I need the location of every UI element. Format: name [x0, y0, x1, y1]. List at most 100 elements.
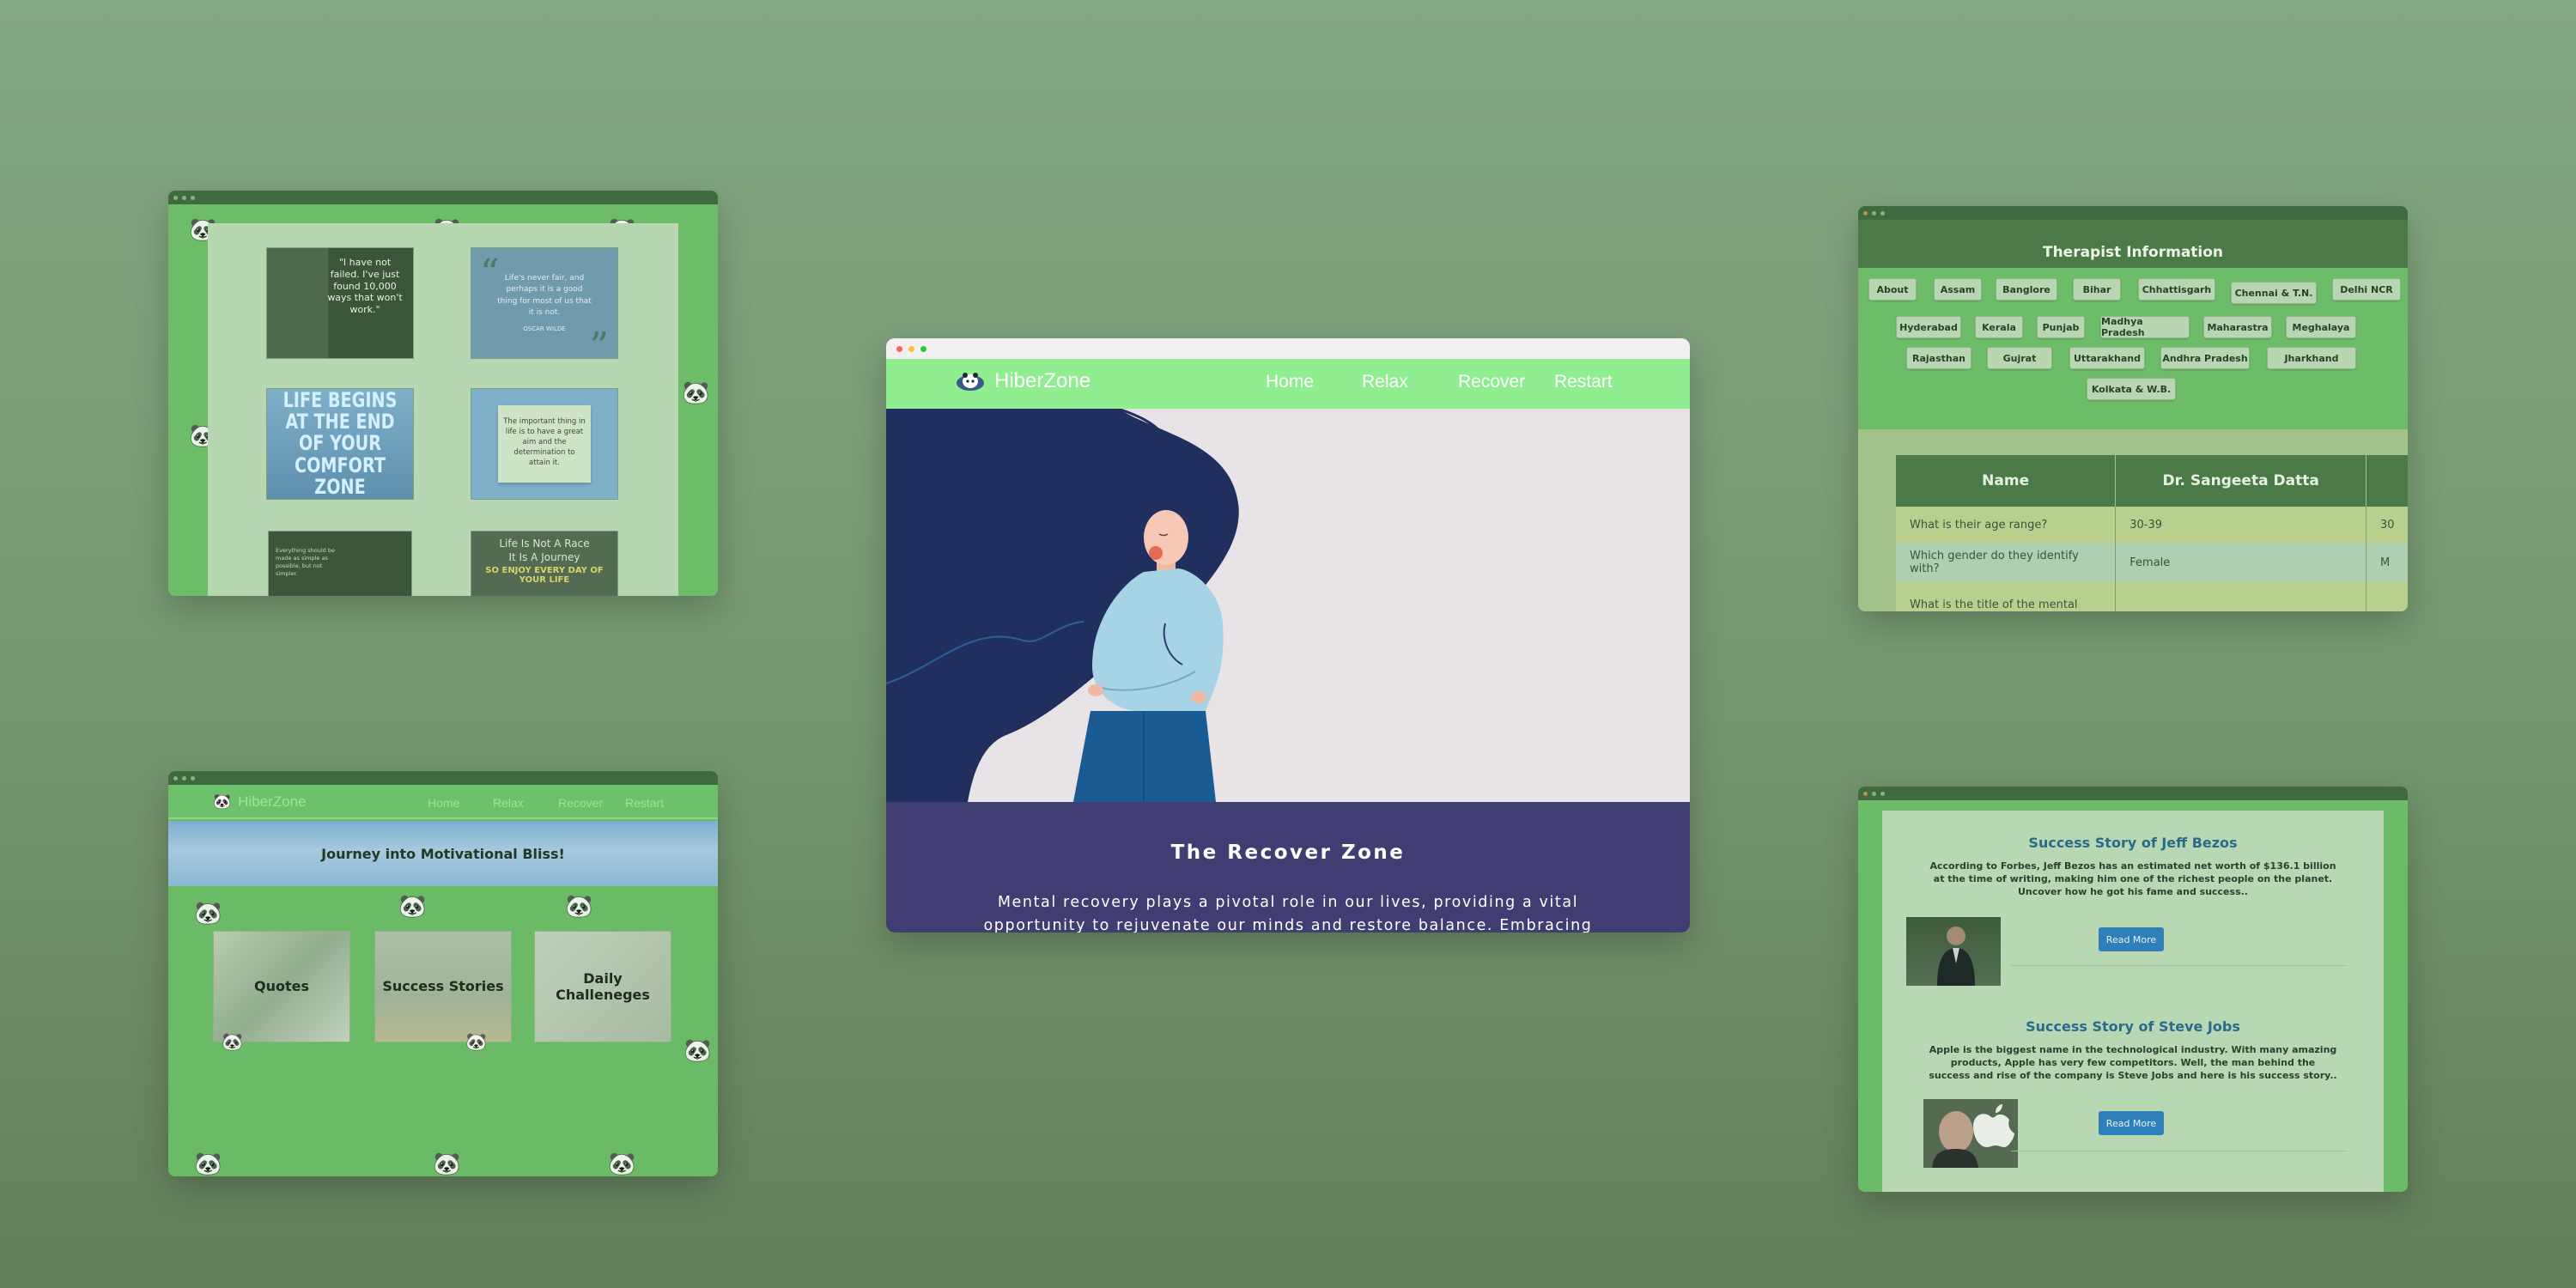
window-titlebar — [1858, 206, 2408, 220]
section-description: Mental recovery plays a pivotal role in … — [983, 894, 1593, 933]
panda-icon: 🐼 — [194, 1151, 222, 1176]
panda-icon: 🐼 — [433, 1151, 461, 1176]
tile-success-stories[interactable]: Success Stories — [374, 931, 512, 1042]
chip-about[interactable]: About — [1868, 278, 1917, 301]
nav-relax[interactable]: Relax — [1362, 372, 1408, 392]
quote-author: OSCAR WILDE — [523, 325, 566, 332]
story-summary: Apple is the biggest name in the technol… — [1929, 1044, 2337, 1081]
window-titlebar — [168, 191, 718, 204]
table-row: Which gender do they identify with? Fema… — [1896, 543, 2408, 582]
woman-illustration — [886, 409, 1239, 802]
chip-assam[interactable]: Assam — [1934, 278, 1982, 301]
chip-maharastra[interactable]: Maharastra — [2203, 316, 2272, 338]
quote-card[interactable]: "I have not failed. I've just found 10,0… — [266, 247, 414, 359]
brand-logo[interactable]: HiberZone — [955, 369, 1091, 393]
hero-illustration — [886, 409, 1690, 802]
hiberzone-logo-icon — [957, 373, 984, 391]
panda-icon: 🐼 — [194, 900, 222, 926]
recover-page-window: HiberZone Home Relax Recover Restart The… — [886, 338, 1690, 933]
quote-text: Life's never fair, and perhaps it is a g… — [497, 273, 592, 318]
window-minimize-icon[interactable] — [908, 345, 914, 352]
panda-icon: 🐼 — [565, 893, 593, 919]
nav-home[interactable]: Home — [428, 796, 459, 810]
chip-chennai[interactable]: Chennai & T.N. — [2231, 282, 2317, 304]
window-dot-icon — [182, 195, 186, 200]
chip-bihar[interactable]: Bihar — [2073, 278, 2121, 301]
window-dot-icon — [1863, 791, 1868, 796]
window-dot-icon — [1880, 791, 1885, 796]
navbar: 🐼 HiberZone Home Relax Recover Restart — [168, 785, 718, 819]
panda-icon: 🐼 — [465, 1033, 487, 1052]
therapist-table: Name Dr. Sangeeta Datta What is their ag… — [1896, 455, 2408, 611]
chip-chhattisgarh[interactable]: Chhattisgarh — [2138, 278, 2215, 301]
tile-label: Daily Challeneges — [556, 969, 650, 1003]
motivation-banner: Journey into Motivational Bliss! — [168, 821, 718, 886]
hiberzone-logo-icon: 🐼 — [213, 793, 232, 810]
window-dot-icon — [191, 775, 195, 781]
chip-jharkhand[interactable]: Jharkhand — [2267, 347, 2356, 369]
quotes-page-window: 🐼 🐼 🐼 🐼 🐼 "I have not failed. I've just … — [168, 191, 718, 596]
divider — [2011, 965, 2346, 966]
window-dot-icon — [1872, 210, 1876, 216]
quote-card[interactable]: Everything should be made as simple as p… — [268, 531, 412, 596]
chip-delhi[interactable]: Delhi NCR — [2332, 278, 2401, 301]
table-header — [2366, 455, 2408, 507]
chip-hyderabad[interactable]: Hyderabad — [1896, 316, 1961, 338]
chip-rajasthan[interactable]: Rajasthan — [1906, 347, 1971, 369]
table-cell — [2115, 582, 2366, 611]
panda-icon: 🐼 — [683, 1037, 712, 1063]
chip-uttarakhand[interactable]: Uttarakhand — [2069, 347, 2145, 369]
window-maximize-icon[interactable] — [920, 345, 927, 352]
nav-restart[interactable]: Restart — [1554, 372, 1613, 392]
chip-andhra-pradesh[interactable]: Andhra Pradesh — [2160, 347, 2250, 369]
tile-quotes[interactable]: Quotes — [213, 931, 350, 1042]
bezos-photo — [1906, 917, 2001, 986]
chip-punjab[interactable]: Punjab — [2037, 316, 2085, 338]
window-close-icon[interactable] — [896, 345, 902, 352]
brand-name: HiberZone — [994, 369, 1091, 392]
navbar: HiberZone Home Relax Recover Restart — [886, 359, 1690, 409]
nav-recover[interactable]: Recover — [558, 796, 603, 810]
brand-name: HiberZone — [238, 793, 307, 810]
quote-note: The important thing in life is to have a… — [498, 405, 591, 483]
window-titlebar — [886, 338, 1690, 359]
quote-card[interactable]: “ Life's never fair, and perhaps it is a… — [471, 247, 618, 359]
window-dot-icon — [1872, 791, 1876, 796]
chip-gujrat[interactable]: Gujrat — [1987, 347, 2052, 369]
therapist-table-area: Name Dr. Sangeeta Datta What is their ag… — [1858, 429, 2408, 611]
chip-madhya-pradesh[interactable]: Madhya Pradesh — [2100, 316, 2190, 338]
chip-kerala[interactable]: Kerala — [1975, 316, 2023, 338]
quote-card[interactable]: LIFE BEGINS AT THE END OF YOUR COMFORT Z… — [266, 388, 414, 500]
story-title[interactable]: Success Story of Steve Jobs — [1882, 1018, 2384, 1035]
quote-text: The important thing in life is to have a… — [503, 417, 586, 467]
quote-card[interactable]: The important thing in life is to have a… — [471, 388, 618, 500]
chip-banglore[interactable]: Banglore — [1996, 278, 2057, 301]
quote-card[interactable]: Life Is Not A Race It Is A Journey SO EN… — [471, 531, 618, 596]
chip-meghalaya[interactable]: Meghalaya — [2286, 316, 2356, 338]
read-more-button[interactable]: Read More — [2099, 927, 2164, 951]
nav-home[interactable]: Home — [1266, 372, 1314, 392]
nav-recover[interactable]: Recover — [1458, 372, 1525, 392]
panda-icon: 🐼 — [608, 1151, 636, 1176]
home-page-window: 🐼 HiberZone Home Relax Recover Restart J… — [168, 771, 718, 1176]
window-titlebar — [1858, 787, 2408, 800]
story-title[interactable]: Success Story of Jeff Bezos — [1882, 835, 2384, 851]
stories-panel: Success Story of Jeff Bezos According to… — [1882, 811, 2384, 1192]
brand-logo[interactable]: 🐼 HiberZone — [213, 793, 307, 811]
quote-mark-icon: “ — [480, 252, 500, 295]
table-cell: Female — [2115, 543, 2366, 582]
table-row: What is the title of the mental — [1896, 582, 2408, 611]
read-more-button[interactable]: Read More — [2099, 1111, 2164, 1135]
panda-icon: 🐼 — [682, 380, 710, 405]
table-cell — [2366, 582, 2408, 611]
chip-kolkata[interactable]: Kolkata & W.B. — [2087, 378, 2176, 400]
nav-restart[interactable]: Restart — [625, 796, 664, 810]
quote-text: "I have not failed. I've just found 10,0… — [327, 257, 403, 315]
nav-relax[interactable]: Relax — [493, 796, 524, 810]
banner-title: Journey into Motivational Bliss! — [321, 845, 565, 862]
tile-daily-challenges[interactable]: Daily Challeneges — [534, 931, 671, 1042]
table-cell: M — [2366, 543, 2408, 582]
window-dot-icon — [1880, 210, 1885, 216]
window-dot-icon — [182, 775, 186, 781]
recover-section: The Recover Zone Mental recovery plays a… — [886, 802, 1690, 933]
